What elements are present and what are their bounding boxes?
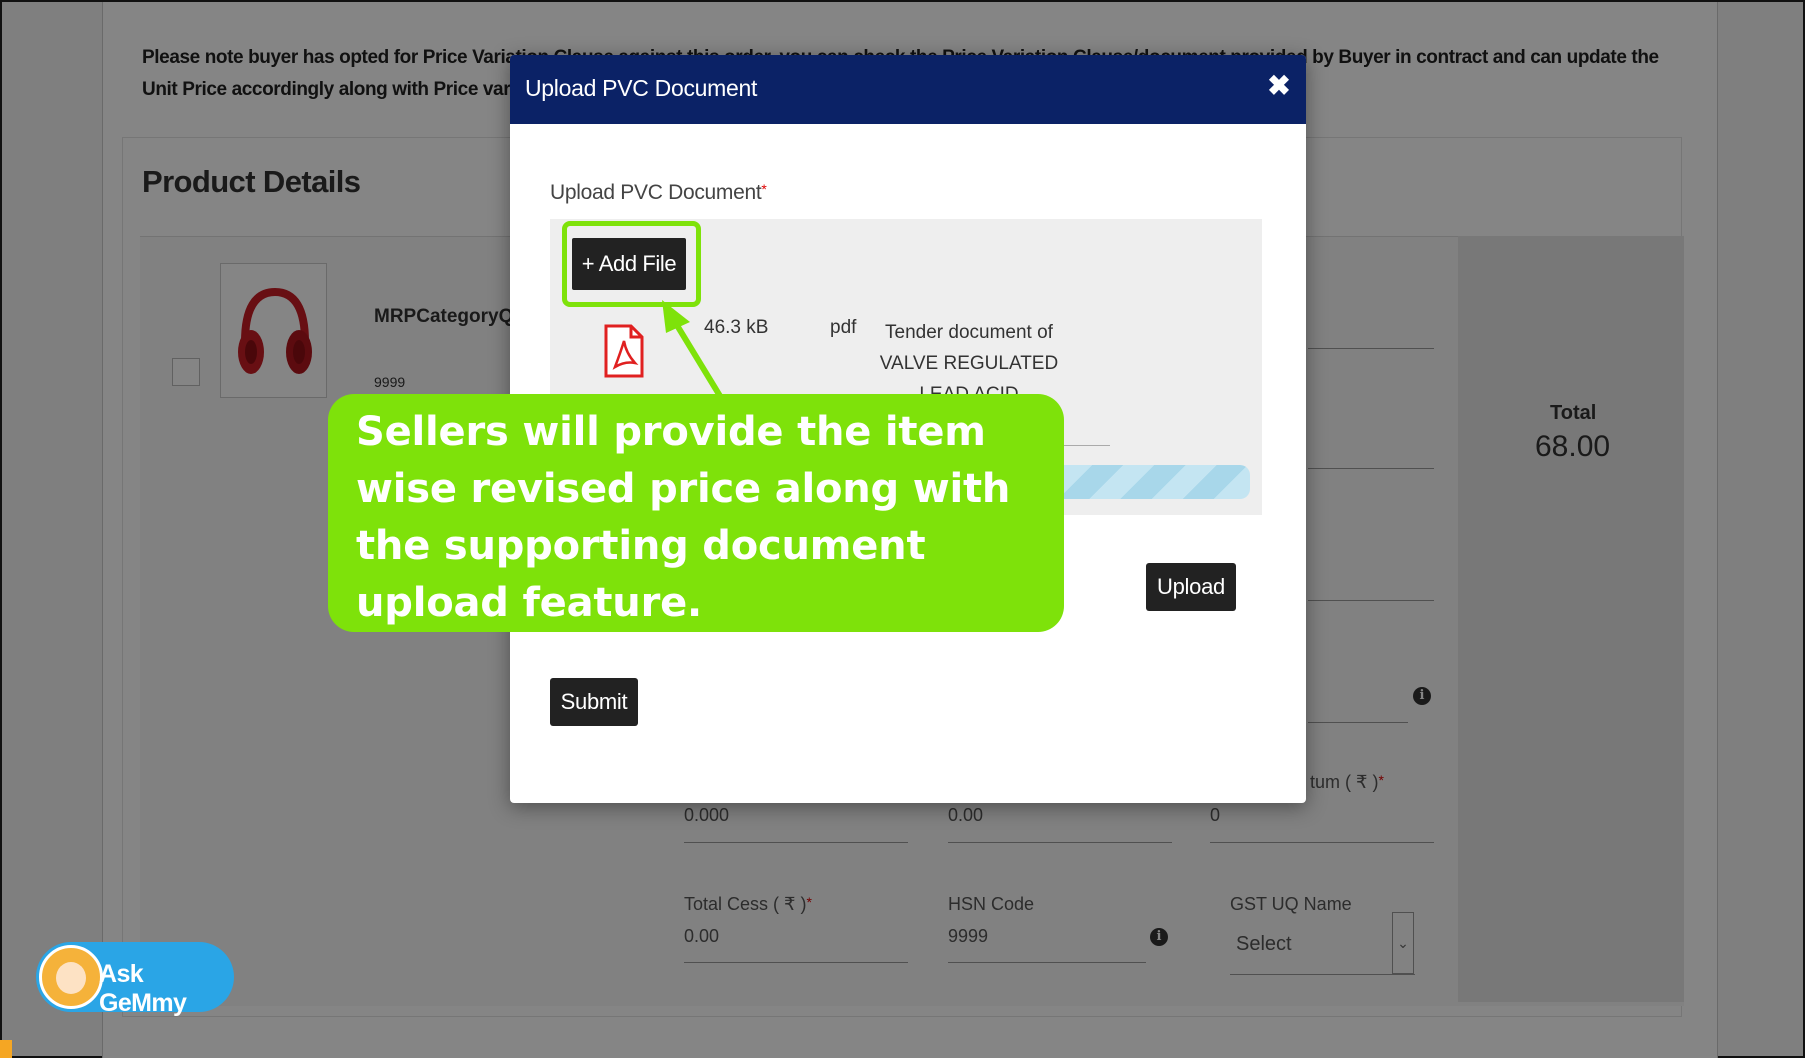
close-icon[interactable]: ✖: [1262, 69, 1296, 103]
tutorial-callout: Sellers will provide the item wise revis…: [328, 394, 1064, 632]
ask-gemmy-label: Ask GeMmy: [99, 960, 187, 1017]
assistant-avatar-icon: [39, 945, 103, 1009]
pdf-file-icon: [603, 323, 645, 384]
submit-button[interactable]: Submit: [550, 678, 638, 726]
highlight-outline: [562, 221, 701, 307]
modal-header: Upload PVC Document ✖: [510, 55, 1306, 124]
modal-title: Upload PVC Document: [525, 75, 758, 101]
ask-gemmy-button[interactable]: Ask GeMmy: [36, 942, 234, 1017]
upload-field-label: Upload PVC Document*: [550, 181, 767, 204]
corner-marker: [0, 1040, 12, 1058]
file-type: pdf: [830, 317, 857, 338]
upload-button[interactable]: Upload: [1146, 563, 1236, 611]
file-size: 46.3 kB: [704, 317, 769, 338]
callout-text: Sellers will provide the item wise revis…: [356, 409, 1011, 626]
